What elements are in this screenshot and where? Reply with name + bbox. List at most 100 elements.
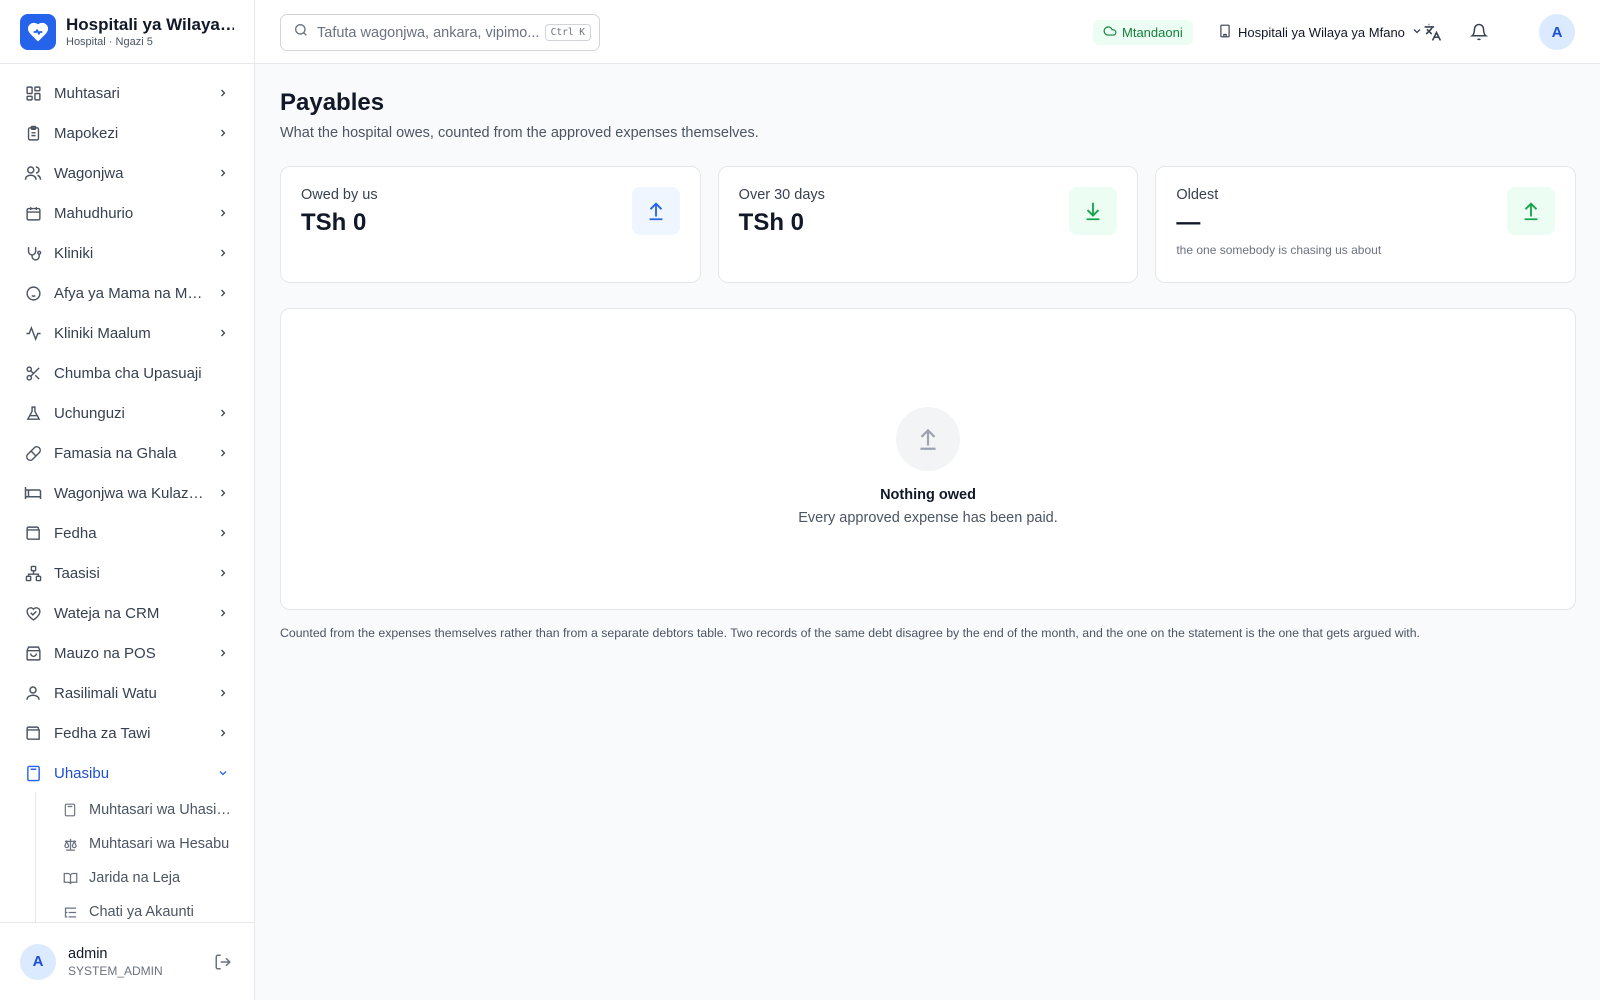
network-icon <box>24 564 42 582</box>
sidebar-item-wagonjwa-wa-kulazwa[interactable]: Wagonjwa wa Kulazwa <box>0 473 254 513</box>
sidebar-item-kliniki-maalum[interactable]: Kliniki Maalum <box>0 313 254 353</box>
sidebar-subitem-label: Muhtasari wa Uhasibu <box>89 802 232 818</box>
uhasibu-submenu: Muhtasari wa Uhasibu Muhtasari wa Hesabu… <box>35 793 254 922</box>
stat-label: Oldest <box>1176 187 1219 203</box>
arrow-down-icon <box>1069 187 1118 235</box>
summary-cards: Owed by us TSh 0 Over 30 days TSh 0 Olde… <box>280 166 1577 283</box>
list-tree-icon <box>61 903 79 921</box>
logout-icon[interactable] <box>212 951 234 973</box>
arrow-up-icon <box>1507 187 1556 235</box>
connection-status-badge: Mtandaoni <box>1093 20 1193 45</box>
user-role: SYSTEM_ADMIN <box>68 963 163 978</box>
brand[interactable]: Hospitali ya Wilaya ya Mfano Hospital · … <box>0 0 254 64</box>
empty-state-title: Nothing owed <box>880 486 976 503</box>
calculator-icon <box>61 801 79 819</box>
chevron-right-icon <box>216 326 230 340</box>
sidebar-item-label: Mapokezi <box>54 124 119 142</box>
chevron-right-icon <box>216 606 230 620</box>
sidebar-item-mahudhurio[interactable]: Mahudhurio <box>0 193 254 233</box>
language-icon[interactable] <box>1418 18 1446 46</box>
sidebar-item-kliniki[interactable]: Kliniki <box>0 233 254 273</box>
facility-selector[interactable]: Hospitali ya Wilaya ya Mfano <box>1218 19 1423 46</box>
stat-hint: the one somebody is chasing us about <box>1176 243 1382 257</box>
chevron-right-icon <box>216 406 230 420</box>
stat-label: Owed by us <box>301 187 378 203</box>
sidebar-item-muhtasari[interactable]: Muhtasari <box>0 73 254 113</box>
wallet-icon <box>24 724 42 742</box>
page-subtitle: What the hospital owes, counted from the… <box>280 125 759 141</box>
sidebar-item-label: Kliniki Maalum <box>54 324 151 342</box>
stat-value: TSh 0 <box>738 209 805 236</box>
chevron-right-icon <box>216 206 230 220</box>
activity-icon <box>24 324 42 342</box>
sidebar-item-famasia-na-ghala[interactable]: Famasia na Ghala <box>0 433 254 473</box>
baby-icon <box>24 284 42 302</box>
chevron-right-icon <box>216 726 230 740</box>
sidebar-subitem-jarida-na-leja[interactable]: Jarida na Leja <box>36 861 254 895</box>
chevron-right-icon <box>216 486 230 500</box>
user-name: admin <box>68 945 108 962</box>
sidebar-item-wagonjwa[interactable]: Wagonjwa <box>0 153 254 193</box>
account-avatar[interactable]: A <box>1539 14 1575 50</box>
chevron-right-icon <box>216 246 230 260</box>
sidebar-item-afya-ya-mama[interactable]: Afya ya Mama na Mtoto <box>0 273 254 313</box>
sidebar-item-label: Wagonjwa wa Kulazwa <box>54 484 204 502</box>
clipboard-icon <box>24 124 42 142</box>
empty-state-panel: Nothing owed Every approved expense has … <box>280 308 1576 610</box>
sidebar-subitem-muhtasari-wa-hesabu[interactable]: Muhtasari wa Hesabu <box>36 827 254 861</box>
calculator-icon <box>24 764 42 782</box>
sidebar-item-label: Afya ya Mama na Mtoto <box>54 284 204 302</box>
stethoscope-icon <box>24 244 42 262</box>
sidebar-item-label: Mauzo na POS <box>54 644 156 662</box>
sidebar-item-label: Fedha <box>54 524 97 542</box>
sidebar-item-mauzo-na-pos[interactable]: Mauzo na POS <box>0 633 254 673</box>
stat-card-oldest: Oldest — the one somebody is chasing us … <box>1155 166 1577 283</box>
search-input[interactable] <box>317 24 545 41</box>
arrow-up-icon <box>631 187 680 235</box>
sidebar-item-rasilimali-watu[interactable]: Rasilimali Watu <box>0 673 254 713</box>
sidebar-item-fedha[interactable]: Fedha <box>0 513 254 553</box>
chevron-right-icon <box>216 126 230 140</box>
sidebar-item-mapokezi[interactable]: Mapokezi <box>0 113 254 153</box>
sidebar-item-wateja-na-crm[interactable]: Wateja na CRM <box>0 593 254 633</box>
chevron-right-icon <box>216 446 230 460</box>
book-icon <box>61 869 79 887</box>
sidebar-item-chumba-cha-upasuaji[interactable]: Chumba cha Upasuaji <box>0 353 254 393</box>
handshake-icon <box>24 604 42 622</box>
cloud-icon <box>1103 24 1117 41</box>
search-icon <box>293 22 309 43</box>
sidebar-item-uhasibu[interactable]: Uhasibu <box>0 753 254 793</box>
sidebar-subitem-chati-ya-akaunti[interactable]: Chati ya Akaunti <box>36 895 254 922</box>
stat-value: TSh 0 <box>301 209 367 236</box>
sidebar-item-label: Rasilimali Watu <box>54 684 157 702</box>
chevron-right-icon <box>216 86 230 100</box>
bell-icon[interactable] <box>1465 18 1493 46</box>
bed-icon <box>24 484 42 502</box>
sidebar-subitem-label: Jarida na Leja <box>89 870 181 886</box>
user-icon <box>24 684 42 702</box>
chevron-right-icon <box>216 526 230 540</box>
sidebar-item-label: Muhtasari <box>54 84 120 102</box>
scale-icon <box>61 835 79 853</box>
facility-name: Hospitali ya Wilaya ya Mfano <box>1238 25 1405 40</box>
chevron-right-icon <box>216 646 230 660</box>
user-avatar[interactable]: A <box>20 943 56 980</box>
connection-status-label: Mtandaoni <box>1122 25 1183 40</box>
chevron-right-icon <box>216 566 230 580</box>
search-box[interactable]: Ctrl K <box>280 14 600 51</box>
main-content: Payables What the hospital owes, counted… <box>280 64 1577 640</box>
footnote: Counted from the expenses themselves rat… <box>280 626 1420 640</box>
sidebar-item-label: Kliniki <box>54 244 94 262</box>
sidebar-item-taasisi[interactable]: Taasisi <box>0 553 254 593</box>
sidebar-subitem-label: Muhtasari wa Hesabu <box>89 836 230 852</box>
heart-logo-icon <box>20 13 56 50</box>
top-bar: Ctrl K Mtandaoni Hospitali ya Wilaya ya … <box>255 0 1600 64</box>
sidebar-subitem-muhtasari-wa-uhasibu[interactable]: Muhtasari wa Uhasibu <box>36 793 254 827</box>
sidebar-item-fedha-za-tawi[interactable]: Fedha za Tawi <box>0 713 254 753</box>
app-subtitle: Hospital · Ngazi 5 <box>66 36 153 48</box>
stat-card-owed-by-us: Owed by us TSh 0 <box>280 166 701 283</box>
sidebar-item-uchunguzi[interactable]: Uchunguzi <box>0 393 254 433</box>
sidebar-item-label: Fedha za Tawi <box>54 724 151 742</box>
sidebar-item-label: Uhasibu <box>54 764 110 782</box>
page-title: Payables <box>280 89 385 116</box>
